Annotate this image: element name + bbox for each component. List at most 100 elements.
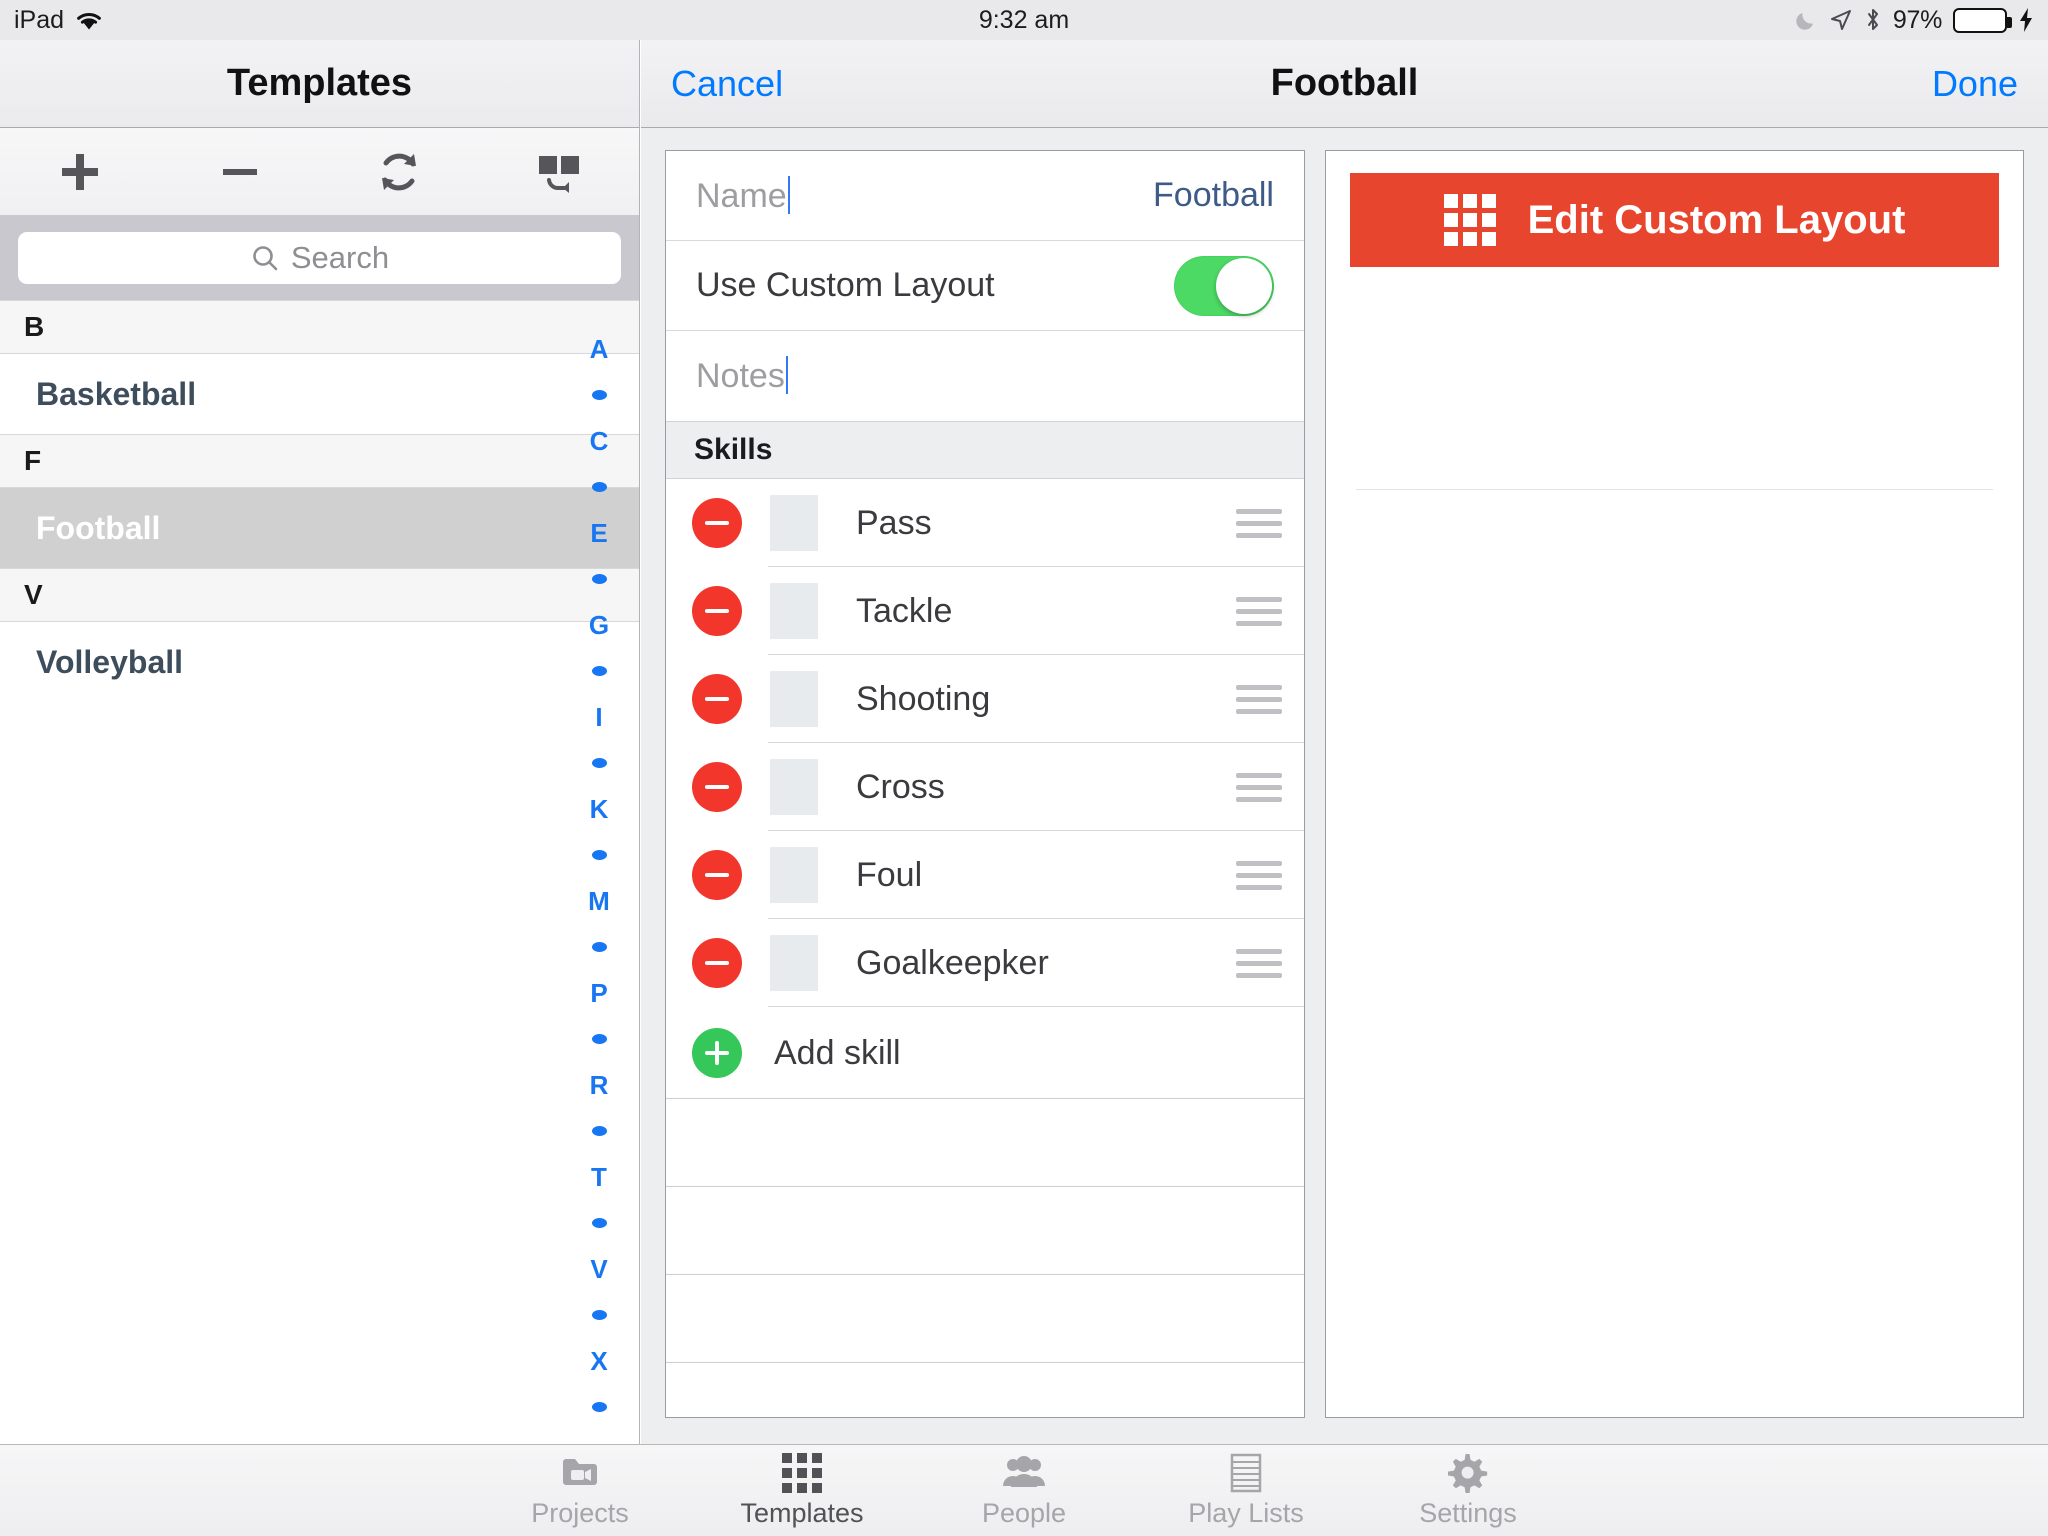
tab-templates[interactable]: Templates bbox=[691, 1445, 913, 1536]
search-input[interactable]: Search bbox=[18, 232, 621, 284]
remove-template-button[interactable] bbox=[160, 128, 320, 215]
skill-row[interactable]: Shooting bbox=[666, 655, 1304, 743]
search-bar-container: Search bbox=[0, 216, 639, 300]
skill-color-swatch[interactable] bbox=[770, 583, 818, 639]
index-letter-r[interactable]: R bbox=[590, 1062, 609, 1108]
reorder-handle-icon[interactable] bbox=[1236, 684, 1282, 714]
tab-projects[interactable]: Projects bbox=[469, 1445, 691, 1536]
template-row-basketball[interactable]: Basketball bbox=[0, 354, 639, 434]
list-item-label: Volleyball bbox=[36, 643, 184, 680]
notes-field-row[interactable]: Notes bbox=[666, 331, 1304, 421]
tab-label: Projects bbox=[531, 1497, 629, 1528]
panel-divider bbox=[1356, 489, 1993, 490]
index-dot[interactable] bbox=[591, 666, 607, 676]
add-skill-row[interactable]: Add skill bbox=[666, 1007, 1304, 1099]
gear-icon bbox=[1448, 1453, 1488, 1493]
plus-icon bbox=[61, 153, 98, 190]
empty-row bbox=[666, 1099, 1304, 1187]
tab-label: People bbox=[981, 1497, 1067, 1528]
index-dot[interactable] bbox=[591, 942, 607, 952]
index-letter-g[interactable]: G bbox=[589, 602, 609, 648]
tab-label: Templates bbox=[740, 1497, 864, 1528]
page-title: Templates bbox=[226, 62, 413, 104]
add-template-button[interactable] bbox=[0, 128, 160, 215]
skill-color-swatch[interactable] bbox=[770, 759, 818, 815]
reorder-handle-icon[interactable] bbox=[1236, 508, 1282, 538]
custom-layout-panel: Edit Custom Layout bbox=[1325, 150, 2024, 1418]
index-letter-t[interactable]: T bbox=[591, 1154, 607, 1200]
detail-title: Football bbox=[1270, 62, 1419, 104]
done-button[interactable]: Done bbox=[1932, 63, 2018, 105]
delete-skill-icon[interactable] bbox=[692, 498, 742, 548]
index-dot[interactable] bbox=[591, 1126, 607, 1136]
restore-layout-button[interactable] bbox=[479, 128, 639, 215]
index-letter-p[interactable]: P bbox=[590, 970, 607, 1016]
template-row-volleyball[interactable]: Volleyball bbox=[0, 622, 639, 702]
index-dot[interactable] bbox=[591, 1218, 607, 1228]
index-dot[interactable] bbox=[591, 758, 607, 768]
tab-bar: Projects Templates People Play Lists Set… bbox=[0, 1444, 2048, 1536]
index-letter-v[interactable]: V bbox=[590, 1246, 607, 1292]
skill-label: Goalkeepker bbox=[856, 943, 1049, 982]
index-dot[interactable] bbox=[591, 1034, 607, 1044]
detail-navigation-bar: Cancel Football Done bbox=[641, 40, 2048, 128]
status-bar-clock: 9:32 am bbox=[978, 5, 1070, 34]
index-letter-e[interactable]: E bbox=[590, 510, 607, 556]
sidebar-navigation-bar: Templates bbox=[0, 40, 639, 128]
skill-row[interactable]: Goalkeepker bbox=[666, 919, 1304, 1007]
tab-settings[interactable]: Settings bbox=[1357, 1445, 1579, 1536]
reorder-handle-icon[interactable] bbox=[1236, 860, 1282, 890]
detail-body: Name Football Use Custom Layout Notes Sk… bbox=[641, 128, 2048, 1444]
index-letter-c[interactable]: C bbox=[590, 418, 609, 464]
template-form-panel: Name Football Use Custom Layout Notes Sk… bbox=[665, 150, 1305, 1418]
location-arrow-icon bbox=[1829, 8, 1853, 32]
index-dot[interactable] bbox=[591, 390, 607, 400]
skill-color-swatch[interactable] bbox=[770, 495, 818, 551]
templates-sidebar: Templates Search B Basketball F Football… bbox=[0, 40, 640, 1444]
edit-custom-layout-label: Edit Custom Layout bbox=[1527, 197, 1906, 242]
index-letter-m[interactable]: M bbox=[588, 878, 610, 924]
reorder-handle-icon[interactable] bbox=[1236, 596, 1282, 626]
delete-skill-icon[interactable] bbox=[692, 586, 742, 636]
skill-row[interactable]: Foul bbox=[666, 831, 1304, 919]
delete-skill-icon[interactable] bbox=[692, 850, 742, 900]
refresh-button[interactable] bbox=[320, 128, 480, 215]
template-detail-pane: Cancel Football Done Name Football Use C… bbox=[641, 40, 2048, 1444]
index-dot[interactable] bbox=[591, 482, 607, 492]
skills-section-header: Skills bbox=[666, 421, 1304, 479]
reorder-handle-icon[interactable] bbox=[1236, 772, 1282, 802]
index-dot[interactable] bbox=[591, 1310, 607, 1320]
name-field-row[interactable]: Name Football bbox=[666, 151, 1304, 241]
index-letter-i[interactable]: I bbox=[595, 694, 602, 740]
cancel-button[interactable]: Cancel bbox=[671, 63, 783, 105]
index-letter-a[interactable]: A bbox=[590, 326, 609, 372]
search-icon bbox=[253, 246, 278, 271]
battery-percent-label: 97% bbox=[1892, 5, 1942, 34]
delete-skill-icon[interactable] bbox=[692, 674, 742, 724]
tab-play-lists[interactable]: Play Lists bbox=[1135, 1445, 1357, 1536]
template-row-football[interactable]: Football bbox=[0, 488, 639, 568]
add-icon[interactable] bbox=[692, 1028, 742, 1078]
name-field-placeholder: Name bbox=[696, 175, 790, 216]
skill-color-swatch[interactable] bbox=[770, 935, 818, 991]
skill-color-swatch[interactable] bbox=[770, 847, 818, 903]
reorder-handle-icon[interactable] bbox=[1236, 948, 1282, 978]
skill-label: Shooting bbox=[856, 679, 991, 718]
minus-icon bbox=[222, 168, 257, 175]
tab-people[interactable]: People bbox=[913, 1445, 1135, 1536]
skill-row[interactable]: Cross bbox=[666, 743, 1304, 831]
delete-skill-icon[interactable] bbox=[692, 762, 742, 812]
edit-custom-layout-button[interactable]: Edit Custom Layout bbox=[1350, 173, 1999, 267]
index-letter-x[interactable]: X bbox=[590, 1338, 607, 1384]
index-dot[interactable] bbox=[591, 574, 607, 584]
section-index-strip[interactable]: ACEGIKMPRTVX bbox=[559, 300, 639, 1444]
skill-color-swatch[interactable] bbox=[770, 671, 818, 727]
index-dot[interactable] bbox=[591, 850, 607, 860]
index-dot[interactable] bbox=[591, 1402, 607, 1412]
delete-skill-icon[interactable] bbox=[692, 938, 742, 988]
index-letter-k[interactable]: K bbox=[590, 786, 609, 832]
skill-row[interactable]: Pass bbox=[666, 479, 1304, 567]
tab-label: Play Lists bbox=[1188, 1497, 1304, 1528]
skill-row[interactable]: Tackle bbox=[666, 567, 1304, 655]
use-custom-layout-toggle[interactable] bbox=[1174, 255, 1274, 316]
